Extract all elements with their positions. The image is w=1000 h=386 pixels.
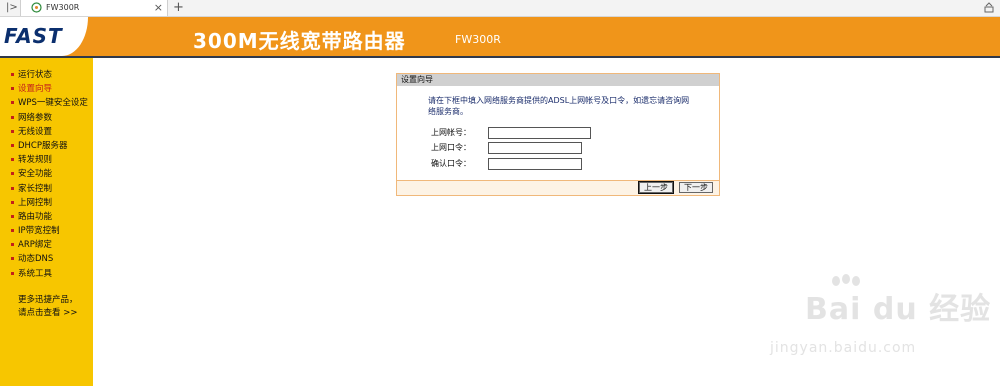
bullet-icon [11, 87, 14, 91]
tab-close-icon[interactable]: × [154, 1, 163, 14]
password-input[interactable] [488, 142, 582, 154]
sidebar-item-label: 系统工具 [18, 268, 53, 279]
promo-line-1: 更多迅捷产品， [18, 295, 78, 305]
router-favicon-icon [31, 2, 42, 13]
bullet-icon [11, 257, 14, 261]
account-input[interactable] [488, 127, 591, 139]
wizard-footer: 上一步 下一步 [397, 180, 719, 195]
bullet-icon [11, 115, 14, 119]
bullet-icon [11, 129, 14, 133]
sidebar: 运行状态 设置向导 WPS一键安全设定 网络参数 无线设置 DHCP服务器 转发… [0, 58, 93, 386]
bullet-icon [11, 172, 14, 176]
bullet-icon [11, 243, 14, 247]
sidebar-item-access-control[interactable]: 上网控制 [0, 196, 88, 210]
sidebar-item-label: 无线设置 [18, 126, 53, 137]
bullet-icon [11, 229, 14, 233]
product-title: 300M无线宽带路由器 [193, 29, 406, 53]
wizard-description: 请在下框中填入网络服务商提供的ADSL上网帐号及口令，如遗忘请咨询网络服务商。 [428, 96, 690, 116]
sidebar-item-bandwidth[interactable]: IP带宽控制 [0, 224, 88, 238]
sidebar-item-label: ARP绑定 [18, 240, 52, 251]
sidebar-item-ddns[interactable]: 动态DNS [0, 252, 88, 266]
sidebar-toggle-icon[interactable]: |> [6, 2, 18, 13]
confirm-password-input[interactable] [488, 158, 582, 170]
sidebar-item-system-tools[interactable]: 系统工具 [0, 267, 88, 281]
browser-tab-strip: |> FW300R × + [0, 0, 1000, 17]
sidebar-item-label: 网络参数 [18, 112, 53, 123]
watermark-text: Bai du 经验 [805, 292, 992, 327]
logo-area: FAST [0, 17, 88, 56]
brand-logo: FAST [4, 24, 63, 48]
sidebar-item-label: 设置向导 [18, 84, 53, 95]
sidebar-item-routing[interactable]: 路由功能 [0, 210, 88, 224]
setup-wizard-panel: 设置向导 请在下框中填入网络服务商提供的ADSL上网帐号及口令，如遗忘请咨询网络… [396, 73, 720, 196]
bullet-icon [11, 158, 14, 162]
bullet-icon [11, 214, 14, 218]
sidebar-item-label: 上网控制 [18, 197, 53, 208]
tab-title: FW300R [46, 3, 80, 12]
sidebar-item-forwarding[interactable]: 转发规则 [0, 153, 88, 167]
sidebar-item-parental[interactable]: 家长控制 [0, 182, 88, 196]
baidu-watermark: Bai du 经验 jingyan.baidu.com [760, 274, 990, 369]
sidebar-item-security[interactable]: 安全功能 [0, 167, 88, 181]
sidebar-item-status[interactable]: 运行状态 [0, 68, 88, 82]
password-label: 上网口令： [431, 143, 471, 152]
new-tab-icon[interactable]: + [173, 0, 184, 15]
browser-tab[interactable]: FW300R × [20, 0, 168, 16]
next-step-button[interactable]: 下一步 [679, 182, 713, 193]
sidebar-item-label: 动态DNS [18, 254, 54, 265]
watermark-url: jingyan.baidu.com [770, 340, 917, 356]
account-label: 上网帐号： [431, 128, 471, 137]
model-name: FW300R [455, 33, 501, 46]
sidebar-menu: 运行状态 设置向导 WPS一键安全设定 网络参数 无线设置 DHCP服务器 转发… [0, 68, 88, 281]
header-divider [0, 56, 1000, 58]
sidebar-item-network[interactable]: 网络参数 [0, 111, 88, 125]
bullet-icon [11, 101, 14, 105]
promo-line-2: 请点击查看 >> [18, 308, 78, 318]
sidebar-item-label: 安全功能 [18, 169, 53, 180]
sidebar-item-label: 路由功能 [18, 211, 53, 222]
sidebar-item-arp[interactable]: ARP绑定 [0, 238, 88, 252]
sidebar-item-wps[interactable]: WPS一键安全设定 [0, 96, 88, 110]
sidebar-item-label: DHCP服务器 [18, 140, 68, 151]
browser-menu-icon[interactable] [984, 1, 994, 13]
sidebar-item-label: 转发规则 [18, 155, 53, 166]
bullet-icon [11, 186, 14, 190]
bullet-icon [11, 73, 14, 76]
bullet-icon [11, 143, 14, 147]
sidebar-item-label: 运行状态 [18, 70, 53, 80]
bullet-icon [11, 200, 14, 204]
previous-step-button[interactable]: 上一步 [638, 181, 674, 194]
sidebar-item-label: IP带宽控制 [18, 226, 60, 237]
router-header: FAST 300M无线宽带路由器 FW300R [0, 17, 1000, 56]
confirm-password-label: 确认口令： [431, 159, 471, 168]
sidebar-item-wireless[interactable]: 无线设置 [0, 125, 88, 139]
sidebar-item-setup-wizard[interactable]: 设置向导 [0, 82, 88, 96]
sidebar-item-dhcp[interactable]: DHCP服务器 [0, 139, 88, 153]
sidebar-item-label: 家长控制 [18, 183, 53, 194]
more-products-link[interactable]: 更多迅捷产品， 请点击查看 >> [18, 294, 78, 320]
wizard-title: 设置向导 [397, 74, 719, 86]
bullet-icon [11, 271, 14, 275]
sidebar-item-label: WPS一键安全设定 [18, 98, 88, 109]
